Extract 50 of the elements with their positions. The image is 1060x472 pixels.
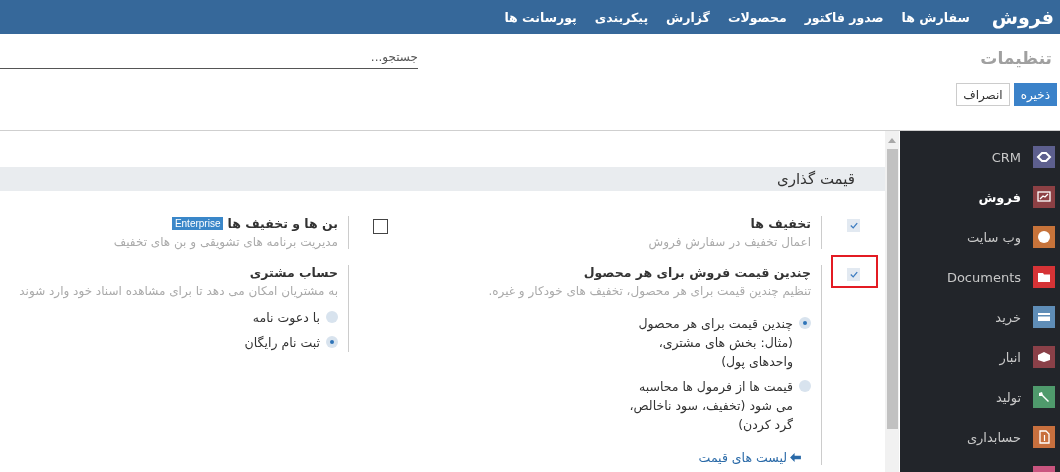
setting-title: بن ها و تخفیف ها — [227, 216, 338, 231]
checkbox[interactable] — [373, 219, 388, 234]
radio-button[interactable] — [326, 336, 338, 348]
sidebar-item[interactable]: خرید — [995, 309, 1021, 325]
sidebar-item[interactable]: حسابداری — [966, 429, 1021, 445]
radio-label[interactable]: قیمت ها از فرمول ها محاسبه می شود (تخفیف، سود ناخالص، گرد کردن) — [626, 377, 793, 434]
save-button[interactable]: ذخیره — [1013, 83, 1057, 106]
chart-icon[interactable] — [1033, 186, 1055, 208]
radio-label[interactable]: با دعوت نامه — [252, 308, 320, 327]
menu-item[interactable]: محصولات — [727, 9, 787, 25]
price-lists-link[interactable]: لیست های قیمت — [698, 450, 801, 465]
setting-description: اعمال تخفیف در سفارش فروش — [647, 235, 811, 249]
card-icon[interactable] — [1033, 306, 1055, 328]
scroll-up-icon[interactable] — [888, 138, 896, 143]
menu-item[interactable]: صدور فاکتور — [804, 9, 884, 25]
sidebar-item[interactable]: انبار — [999, 349, 1021, 365]
page-title: تنظیمات — [980, 47, 1052, 68]
sidebar-item[interactable]: تولید — [995, 389, 1021, 405]
cancel-button[interactable]: انصراف — [956, 83, 1010, 106]
setting-description: به مشتریان امکان می دهد تا برای مشاهده اسناد خود وارد شوند — [18, 284, 338, 298]
folder-icon[interactable] — [1033, 266, 1055, 288]
enterprise-badge: Enterprise — [171, 217, 224, 230]
scroll-thumb[interactable] — [886, 149, 898, 429]
wrench-icon[interactable] — [1033, 386, 1055, 408]
menu-item[interactable]: گزارش — [666, 9, 710, 25]
sidebar-item[interactable]: وب سایت — [967, 229, 1021, 245]
radio-button[interactable] — [326, 311, 338, 323]
scrollbar[interactable] — [885, 131, 899, 472]
sidebar-item[interactable]: فروش — [978, 189, 1021, 205]
box-icon[interactable] — [1033, 346, 1055, 368]
checkbox[interactable] — [847, 268, 860, 281]
setting-description: تنظیم چندین قیمت برای هر محصول، تخفیف های خودکار و غیره. — [487, 284, 811, 298]
setting-title: حساب مشتری — [249, 265, 338, 280]
document-icon[interactable] — [1033, 426, 1055, 448]
radio-label[interactable]: چندین قیمت برای هر محصول (مثال: بخش های مشتری، واحدهای پول) — [626, 314, 793, 371]
radio-button[interactable] — [799, 317, 811, 329]
checkbox[interactable] — [847, 219, 860, 232]
radio-label[interactable]: ثبت نام رایگان — [244, 333, 320, 352]
section-title: قیمت گذاری — [776, 170, 855, 188]
menu-item[interactable]: سفارش ها — [901, 9, 970, 25]
radio-button[interactable] — [799, 380, 811, 392]
setting-title: تخفیف ها — [750, 216, 811, 231]
app-title[interactable]: فروش — [991, 6, 1054, 28]
sidebar-item[interactable]: Documents — [946, 269, 1021, 285]
sidebar-item[interactable]: CRM — [991, 149, 1021, 165]
setting-description: مدیریت برنامه های تشویقی و بن های تخفیف — [112, 235, 338, 249]
setting-title: چندین قیمت فروش برای هر محصول — [583, 265, 811, 280]
menu-item[interactable]: پورسانت ها — [504, 9, 577, 25]
menu-item[interactable]: پیکربندی — [594, 9, 649, 25]
arrow-icon — [790, 453, 801, 462]
